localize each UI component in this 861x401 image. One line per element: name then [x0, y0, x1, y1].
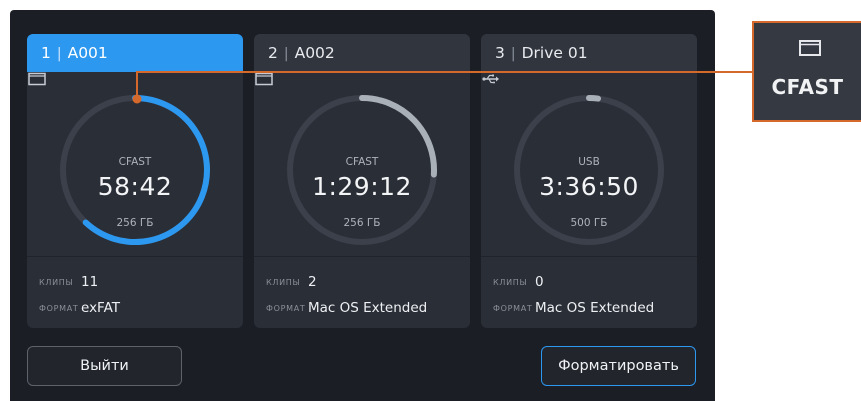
divider: [481, 256, 697, 257]
exit-button[interactable]: Выйти: [27, 346, 182, 386]
remaining-time: 58:42: [97, 172, 173, 201]
divider: [254, 256, 470, 257]
media-capacity: 256 ГБ: [116, 217, 154, 229]
divider: [27, 256, 243, 257]
remaining-time: 1:29:12: [312, 172, 412, 201]
format-value: exFAT: [81, 300, 121, 316]
media-capacity: 256 ГБ: [343, 217, 381, 229]
media-slot-2[interactable]: 2 | A002 CFAST 1:29:12 256 ГБ КЛИПЫ 2 ФОРМ…: [254, 34, 470, 328]
format-row: ФОРМАТ Mac OS Extended: [266, 295, 466, 321]
media-capacity: 500 ГБ: [570, 217, 608, 229]
media-type: USB: [578, 156, 600, 168]
media-slot-3[interactable]: 3 | Drive 01 USB 3:36:50 500 ГБ КЛИПЫ 0 …: [481, 34, 697, 328]
card-icon: [28, 72, 46, 86]
media-info: КЛИПЫ 2 ФОРМАТ Mac OS Extended: [266, 269, 466, 321]
format-button[interactable]: Форматировать: [541, 346, 696, 386]
slot-header: 1 | A001: [27, 34, 243, 72]
media-type-callout: CFAST: [752, 21, 861, 122]
format-value: Mac OS Extended: [535, 300, 655, 316]
clips-label: КЛИПЫ: [39, 277, 74, 287]
slot-name: A001: [67, 44, 108, 62]
capacity-ring: CFAST 1:29:12 256 ГБ: [254, 72, 470, 256]
media-type: CFAST: [345, 156, 379, 168]
callout-label: CFAST: [771, 75, 844, 99]
used-arc: [586, 95, 602, 102]
media-info: КЛИПЫ 0 ФОРМАТ Mac OS Extended: [493, 269, 693, 321]
format-label: ФОРМАТ: [39, 303, 79, 313]
remaining-time: 3:36:50: [539, 172, 639, 201]
slot-index: 1: [41, 44, 51, 62]
media-info: КЛИПЫ 11 ФОРМАТ exFAT: [39, 269, 239, 321]
slot-name: Drive 01: [521, 44, 588, 62]
card-icon: [799, 40, 821, 56]
format-row: ФОРМАТ exFAT: [39, 295, 239, 321]
media-slot-1[interactable]: 1 | A001 CFAST 58:42 256 ГБ КЛИПЫ 11 ФОРМА…: [27, 34, 243, 328]
slot-index: 3: [495, 44, 505, 62]
slot-name: A002: [294, 44, 335, 62]
clips-label: КЛИПЫ: [266, 277, 301, 287]
clips-row: КЛИПЫ 11: [39, 269, 239, 295]
format-value: Mac OS Extended: [308, 300, 428, 316]
capacity-ring: USB 3:36:50 500 ГБ: [481, 72, 697, 256]
format-label: ФОРМАТ: [266, 303, 306, 313]
clips-count: 0: [535, 274, 544, 290]
media-type: CFAST: [118, 156, 152, 168]
slot-header: 3 | Drive 01: [481, 34, 697, 72]
capacity-ring: CFAST 58:42 256 ГБ: [27, 72, 243, 256]
format-row: ФОРМАТ Mac OS Extended: [493, 295, 693, 321]
clips-label: КЛИПЫ: [493, 277, 528, 287]
format-label: ФОРМАТ: [493, 303, 533, 313]
clips-count: 11: [81, 274, 99, 290]
slot-header: 2 | A002: [254, 34, 470, 72]
clips-row: КЛИПЫ 2: [266, 269, 466, 295]
clips-row: КЛИПЫ 0: [493, 269, 693, 295]
media-screen: 1 | A001 CFAST 58:42 256 ГБ КЛИПЫ 11 ФОРМА…: [10, 10, 715, 401]
slot-index: 2: [268, 44, 278, 62]
card-icon: [255, 72, 273, 86]
usb-icon: [482, 74, 499, 84]
clips-count: 2: [308, 274, 317, 290]
